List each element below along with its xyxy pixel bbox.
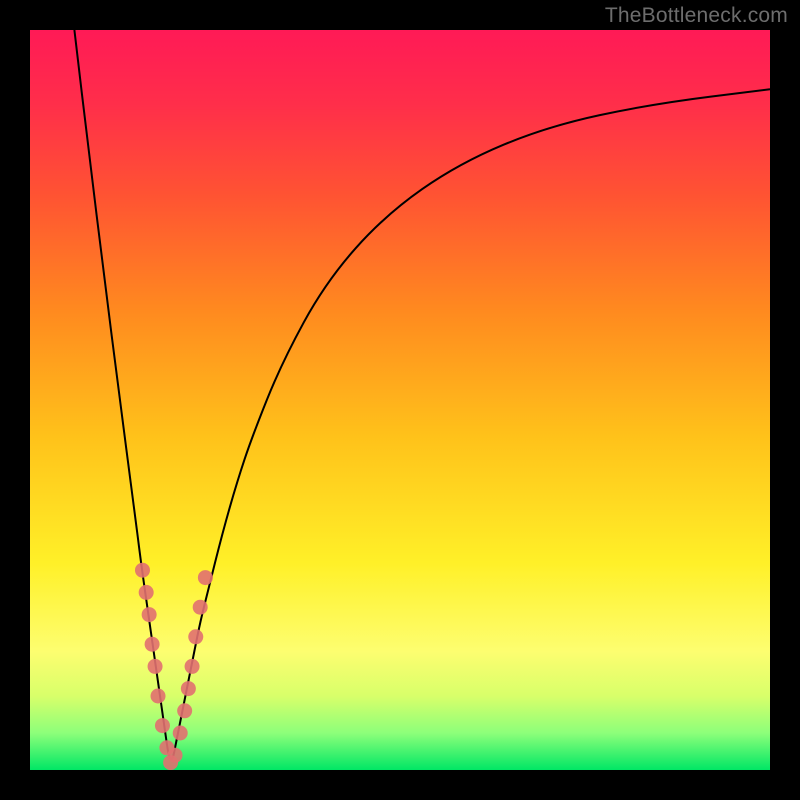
data-point	[145, 637, 160, 652]
data-point	[188, 629, 203, 644]
data-point	[151, 689, 166, 704]
watermark-text: TheBottleneck.com	[605, 4, 788, 28]
bottleneck-curve	[74, 30, 770, 759]
data-point	[185, 659, 200, 674]
chart-svg	[30, 30, 770, 770]
data-point	[142, 607, 157, 622]
data-point	[135, 563, 150, 578]
data-point	[198, 570, 213, 585]
sample-points	[135, 563, 213, 770]
data-point	[181, 681, 196, 696]
plot-area	[30, 30, 770, 770]
data-point	[173, 726, 188, 741]
data-point	[148, 659, 163, 674]
data-point	[139, 585, 154, 600]
chart-frame: TheBottleneck.com	[0, 0, 800, 800]
data-point	[193, 600, 208, 615]
data-point	[177, 703, 192, 718]
data-point	[155, 718, 170, 733]
data-point	[168, 748, 183, 763]
